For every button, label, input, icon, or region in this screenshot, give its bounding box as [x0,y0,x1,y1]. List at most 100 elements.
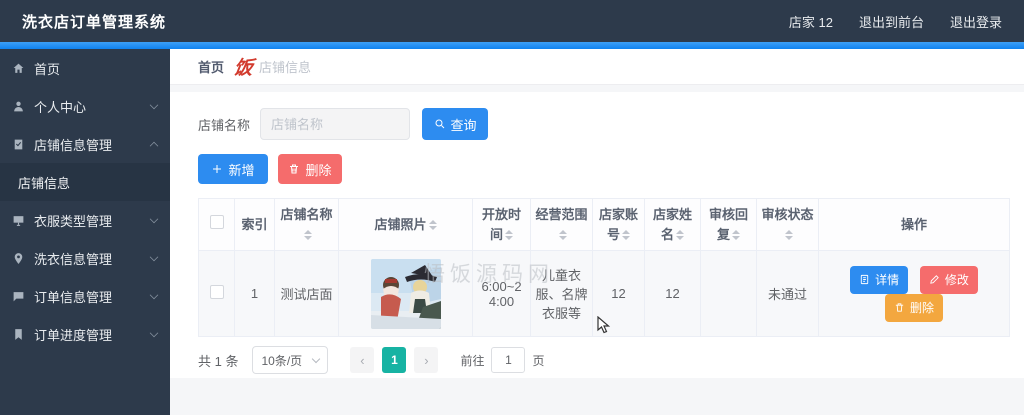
pagination: 共 1 条 10条/页 ‹ 1 › 前往 页 [198,346,1009,374]
current-page-button[interactable]: 1 [382,347,407,373]
row-owner-name: 12 [644,250,701,337]
sidebar-item-label: 洗衣信息管理 [34,251,113,267]
user-icon [11,99,25,113]
plus-icon [213,165,222,173]
col-review-status[interactable]: 审核状态 [756,198,819,251]
sidebar-item-label: 衣服类型管理 [34,213,113,229]
total-count: 共 1 条 [198,353,239,369]
goto-page: 前往 页 [460,347,545,373]
breadcrumb-home[interactable]: 首页 [198,57,224,76]
app-title: 洗衣店订单管理系统 [22,13,167,31]
col-owner-account[interactable]: 店家账号 [592,198,645,251]
top-bar: 洗衣店订单管理系统 店家 12 退出到前台 退出登录 [0,0,1024,42]
sidebar: 首页 个人中心 店铺信息管理 店铺信息 衣服类型管理 洗衣信息管理 订单信息管理… [0,49,170,415]
detail-button[interactable]: 详情 [850,265,909,294]
sort-icon[interactable] [784,230,793,241]
clipboard-icon [11,137,25,151]
col-review-reply[interactable]: 审核回复 [700,198,757,251]
sort-icon[interactable] [505,230,513,241]
sidebar-item-shop-info-mgmt[interactable]: 店铺信息管理 [0,125,170,163]
chevron-down-icon [312,354,321,363]
select-all-header [198,198,235,251]
edit-button[interactable]: 修改 [919,265,978,294]
col-business-scope[interactable]: 经营范围 [530,198,593,251]
chevron-down-icon [149,100,159,109]
sidebar-item-label: 首页 [34,61,61,77]
table-toolbar: 新增 删除 [198,154,1009,184]
divider [170,85,1024,92]
col-owner-name[interactable]: 店家姓名 [644,198,701,251]
shop-name-input[interactable] [260,108,411,140]
query-button[interactable]: 查询 [422,108,489,140]
sort-icon[interactable] [428,220,437,231]
row-review-reply [700,250,757,337]
row-open-time: 6:00~24:00 [472,250,531,337]
exit-to-front-link[interactable]: 退出到前台 [859,12,924,31]
chevron-up-icon [149,141,159,151]
sidebar-item-laundry-info-mgmt[interactable]: 洗衣信息管理 [0,239,170,277]
goto-page-input[interactable] [491,347,526,373]
goto-unit: 页 [532,353,545,368]
col-index: 索引 [234,198,275,251]
delete-button[interactable]: 删除 [278,154,342,184]
logout-link[interactable]: 退出登录 [950,12,1002,31]
chevron-down-icon [149,328,159,337]
sidebar-item-profile[interactable]: 个人中心 [0,87,170,125]
sort-icon[interactable] [558,230,567,241]
bookmark-icon [11,327,25,341]
home-icon [11,61,25,75]
sidebar-subitem-shop-info[interactable]: 店铺信息 [0,163,170,201]
shop-photo-image[interactable] [370,258,441,329]
sort-icon[interactable] [676,230,684,241]
sidebar-item-clothes-type-mgmt[interactable]: 衣服类型管理 [0,201,170,239]
row-shop-name: 测试店面 [274,250,339,337]
sidebar-item-label: 个人中心 [34,99,87,115]
goto-label: 前往 [460,353,485,368]
chevron-down-icon [149,290,159,299]
watermark-logo-glyph: 饭 [232,58,255,79]
message-icon [11,289,25,303]
main-content: 首页 饭 店铺信息 悟饭源码网 店铺名称 查询 新增 删除 [170,49,1024,415]
col-open-time[interactable]: 开放时间 [472,198,531,251]
row-business-scope: 儿童衣服、名牌衣服等 [530,250,593,337]
sidebar-item-order-info-mgmt[interactable]: 订单信息管理 [0,277,170,315]
search-icon [435,119,444,129]
search-form: 店铺名称 查询 [198,108,1009,140]
table-header-row: 索引 店铺名称 店铺照片 开放时间 经营范围 店家账号 店家姓名 审核回复 审核… [198,198,1010,251]
row-index: 1 [234,250,275,337]
breadcrumb: 首页 饭 店铺信息 [170,49,1024,85]
add-button[interactable]: 新增 [198,154,268,184]
search-field-label: 店铺名称 [198,117,251,133]
sort-icon[interactable] [303,230,312,241]
page-size-select[interactable]: 10条/页 [252,346,329,374]
table-row: 1 测试店面 6:00~24:00 儿童衣服、名牌衣服等 12 12 未通过 详… [198,250,1010,337]
sidebar-item-home[interactable]: 首页 [0,49,170,87]
chevron-down-icon [149,252,159,261]
accent-bar [0,42,1024,49]
sidebar-item-label: 订单进度管理 [34,327,113,343]
col-shop-photo[interactable]: 店铺照片 [338,198,473,251]
trash-icon [290,164,299,174]
row-shop-photo [338,250,473,337]
sidebar-item-order-progress-mgmt[interactable]: 订单进度管理 [0,315,170,353]
pencil-icon [930,275,939,284]
sort-icon[interactable] [622,230,630,241]
top-links: 店家 12 退出到前台 退出登录 [789,12,1002,31]
shop-info-panel: 悟饭源码网 店铺名称 查询 新增 删除 [170,92,1024,378]
row-checkbox[interactable] [209,285,224,299]
next-page-button[interactable]: › [414,347,439,373]
trash-icon [895,303,904,312]
map-pin-icon [11,251,25,265]
col-actions: 操作 [818,198,1010,251]
document-icon [861,274,869,285]
sidebar-item-label: 店铺信息管理 [34,137,113,153]
select-all-checkbox[interactable] [209,214,224,229]
monitor-icon [11,213,25,227]
prev-page-button[interactable]: ‹ [350,347,375,373]
row-delete-button[interactable]: 删除 [884,293,943,322]
sort-icon[interactable] [732,230,740,241]
chevron-down-icon [149,214,159,223]
sidebar-subitem-label: 店铺信息 [18,175,71,191]
row-owner-account: 12 [592,250,645,337]
col-shop-name[interactable]: 店铺名称 [274,198,339,251]
